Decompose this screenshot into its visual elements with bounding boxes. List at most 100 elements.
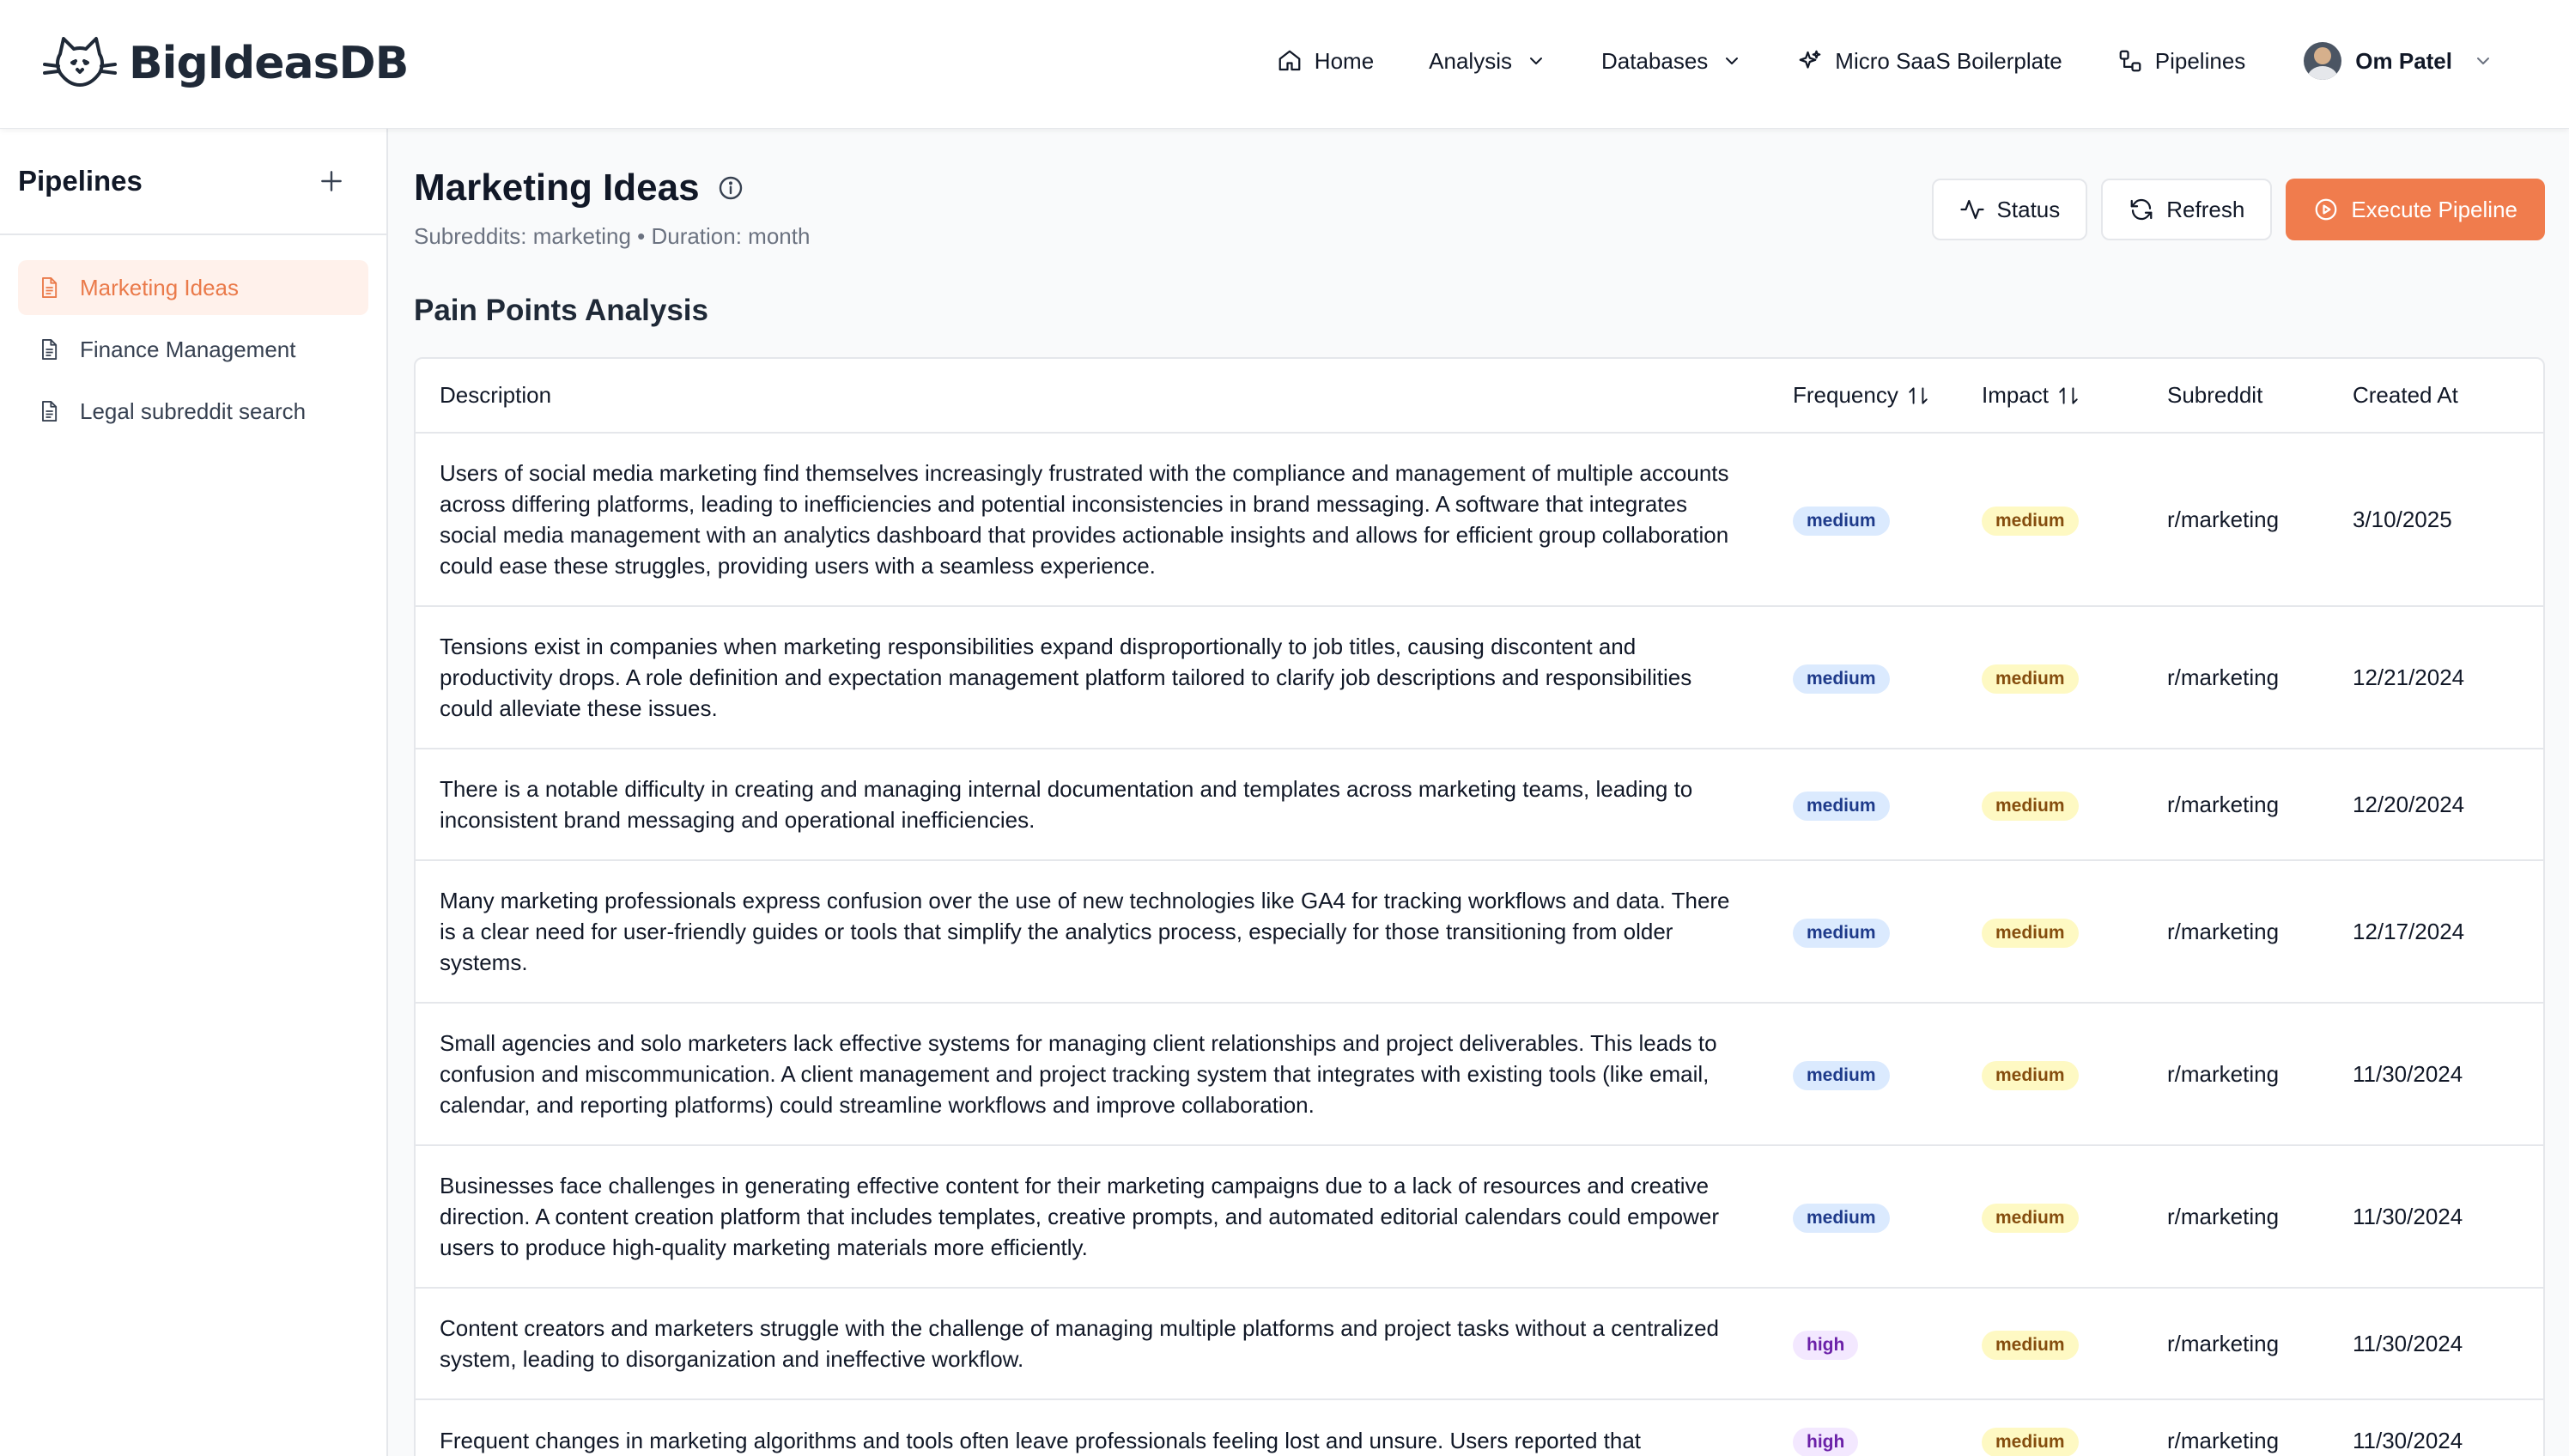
frequency-badge: high (1793, 1428, 1859, 1456)
created-at-text: 11/30/2024 (2353, 1061, 2463, 1087)
sidebar-item-legal-subreddit-search[interactable]: Legal subreddit search (18, 384, 368, 439)
cell-description: Many marketing professionals express con… (416, 860, 1769, 1004)
sidebar-item-label: Legal subreddit search (80, 397, 307, 424)
header-frequency[interactable]: Frequency (1769, 359, 1958, 434)
table-row[interactable]: Content creators and marketers struggle … (416, 1288, 2543, 1400)
description-text: Content creators and marketers struggle … (440, 1315, 1719, 1372)
impact-badge: medium (1982, 919, 2079, 948)
add-pipeline-button[interactable] (314, 164, 349, 198)
frequency-badge: medium (1793, 507, 1890, 536)
logo[interactable]: BigIdeasDB (43, 29, 409, 98)
header-impact-label: Impact (1982, 382, 2050, 408)
table-row[interactable]: Users of social media marketing find the… (416, 433, 2543, 607)
frequency-badge: medium (1793, 1204, 1890, 1233)
page-subtitle: Subreddits: marketing • Duration: month (414, 223, 811, 249)
cell-subreddit: r/marketing (2143, 749, 2329, 861)
refresh-button[interactable]: Refresh (2101, 179, 2273, 240)
subreddit-text: r/marketing (2167, 664, 2280, 690)
cat-logo-icon (43, 37, 117, 87)
cell-impact: medium (1958, 749, 2143, 861)
cell-created-at: 11/30/2024 (2329, 1288, 2543, 1400)
cell-impact: medium (1958, 433, 2143, 607)
frequency-badge: high (1793, 1331, 1859, 1360)
sidebar-item-label: Finance Management (80, 336, 296, 362)
nav-home-label: Home (1314, 47, 1375, 74)
activity-icon (1959, 199, 1984, 220)
sidebar-item-marketing-ideas[interactable]: Marketing Ideas (18, 260, 368, 315)
cell-description: Users of social media marketing find the… (416, 433, 1769, 607)
nav-analysis-label: Analysis (1429, 47, 1512, 74)
cell-subreddit: r/marketing (2143, 860, 2329, 1004)
file-text-icon (42, 400, 58, 422)
table-row[interactable]: Many marketing professionals express con… (416, 860, 2543, 1004)
nav-analysis-dropdown[interactable]: Analysis (1401, 34, 1574, 88)
refresh-icon (2130, 198, 2153, 221)
nav-home[interactable]: Home (1249, 34, 1401, 88)
cell-created-at: 12/17/2024 (2329, 860, 2543, 1004)
sidebar: Pipelines Marketing Ideas Finance Manage… (0, 129, 388, 1456)
subreddit-text: r/marketing (2167, 1428, 2280, 1453)
cell-frequency: high (1769, 1399, 1958, 1456)
subreddit-text: r/marketing (2167, 507, 2280, 532)
cell-subreddit: r/marketing (2143, 433, 2329, 607)
header-subreddit-label: Subreddit (2167, 382, 2263, 408)
execute-pipeline-button[interactable]: Execute Pipeline (2286, 179, 2545, 240)
impact-badge: medium (1982, 1204, 2079, 1233)
cell-impact: medium (1958, 1399, 2143, 1456)
main-content: Marketing Ideas Subreddits: marketing • … (388, 129, 2569, 1456)
cell-frequency: high (1769, 1288, 1958, 1400)
chevron-down-icon (1529, 58, 1542, 64)
header-impact[interactable]: Impact (1958, 359, 2143, 434)
user-menu[interactable]: Om Patel (2280, 34, 2517, 88)
table-header-row: Description Frequency Impact Subreddit C… (416, 359, 2543, 434)
status-button[interactable]: Status (1931, 179, 2088, 240)
nav-micro-saas-label: Micro SaaS Boilerplate (1835, 47, 2062, 74)
play-circle-icon (2315, 198, 2337, 221)
cell-frequency: medium (1769, 606, 1958, 749)
created-at-text: 3/10/2025 (2353, 507, 2452, 532)
home-icon (1278, 50, 1301, 71)
cell-created-at: 11/30/2024 (2329, 1399, 2543, 1456)
chevron-down-icon (1726, 58, 1739, 64)
frequency-badge: medium (1793, 664, 1890, 694)
cell-description: Small agencies and solo marketers lack e… (416, 1003, 1769, 1146)
created-at-text: 12/21/2024 (2353, 664, 2465, 690)
cell-created-at: 11/30/2024 (2329, 1003, 2543, 1146)
table-row[interactable]: Frequent changes in marketing algorithms… (416, 1399, 2543, 1456)
header-description-label: Description (440, 382, 552, 408)
user-name: Om Patel (2355, 47, 2452, 74)
table-row[interactable]: Tensions exist in companies when marketi… (416, 606, 2543, 749)
table-row[interactable]: Businesses face challenges in generating… (416, 1145, 2543, 1289)
cell-impact: medium (1958, 1288, 2143, 1400)
cell-description: Tensions exist in companies when marketi… (416, 606, 1769, 749)
avatar (2304, 42, 2342, 80)
subreddit-text: r/marketing (2167, 792, 2280, 817)
file-text-icon (42, 338, 58, 361)
status-button-label: Status (1996, 196, 2061, 222)
sort-icon (1909, 386, 1928, 404)
description-text: Frequent changes in marketing algorithms… (440, 1428, 1642, 1453)
nav-pipelines[interactable]: Pipelines (2090, 34, 2274, 88)
cell-subreddit: r/marketing (2143, 606, 2329, 749)
header-subreddit: Subreddit (2143, 359, 2329, 434)
execute-pipeline-label: Execute Pipeline (2351, 196, 2517, 222)
created-at-text: 11/30/2024 (2353, 1331, 2463, 1356)
nav-databases-dropdown[interactable]: Databases (1574, 34, 1770, 88)
table-row[interactable]: There is a notable difficulty in creatin… (416, 749, 2543, 861)
sidebar-item-label: Marketing Ideas (80, 274, 239, 300)
header-created-at-label: Created At (2353, 382, 2458, 408)
cell-frequency: medium (1769, 1003, 1958, 1146)
sparkles-icon (1799, 50, 1821, 69)
nav-micro-saas[interactable]: Micro SaaS Boilerplate (1770, 34, 2089, 88)
frequency-badge: medium (1793, 919, 1890, 948)
sidebar-item-finance-management[interactable]: Finance Management (18, 322, 368, 377)
table-row[interactable]: Small agencies and solo marketers lack e… (416, 1003, 2543, 1146)
nav-databases-label: Databases (1600, 47, 1709, 74)
workflow-icon (2119, 50, 2141, 72)
info-icon[interactable] (717, 174, 744, 202)
cell-subreddit: r/marketing (2143, 1288, 2329, 1400)
cell-created-at: 12/20/2024 (2329, 749, 2543, 861)
chevron-down-icon (2477, 58, 2489, 64)
cell-frequency: medium (1769, 860, 1958, 1004)
description-text: Tensions exist in companies when marketi… (440, 634, 1692, 721)
